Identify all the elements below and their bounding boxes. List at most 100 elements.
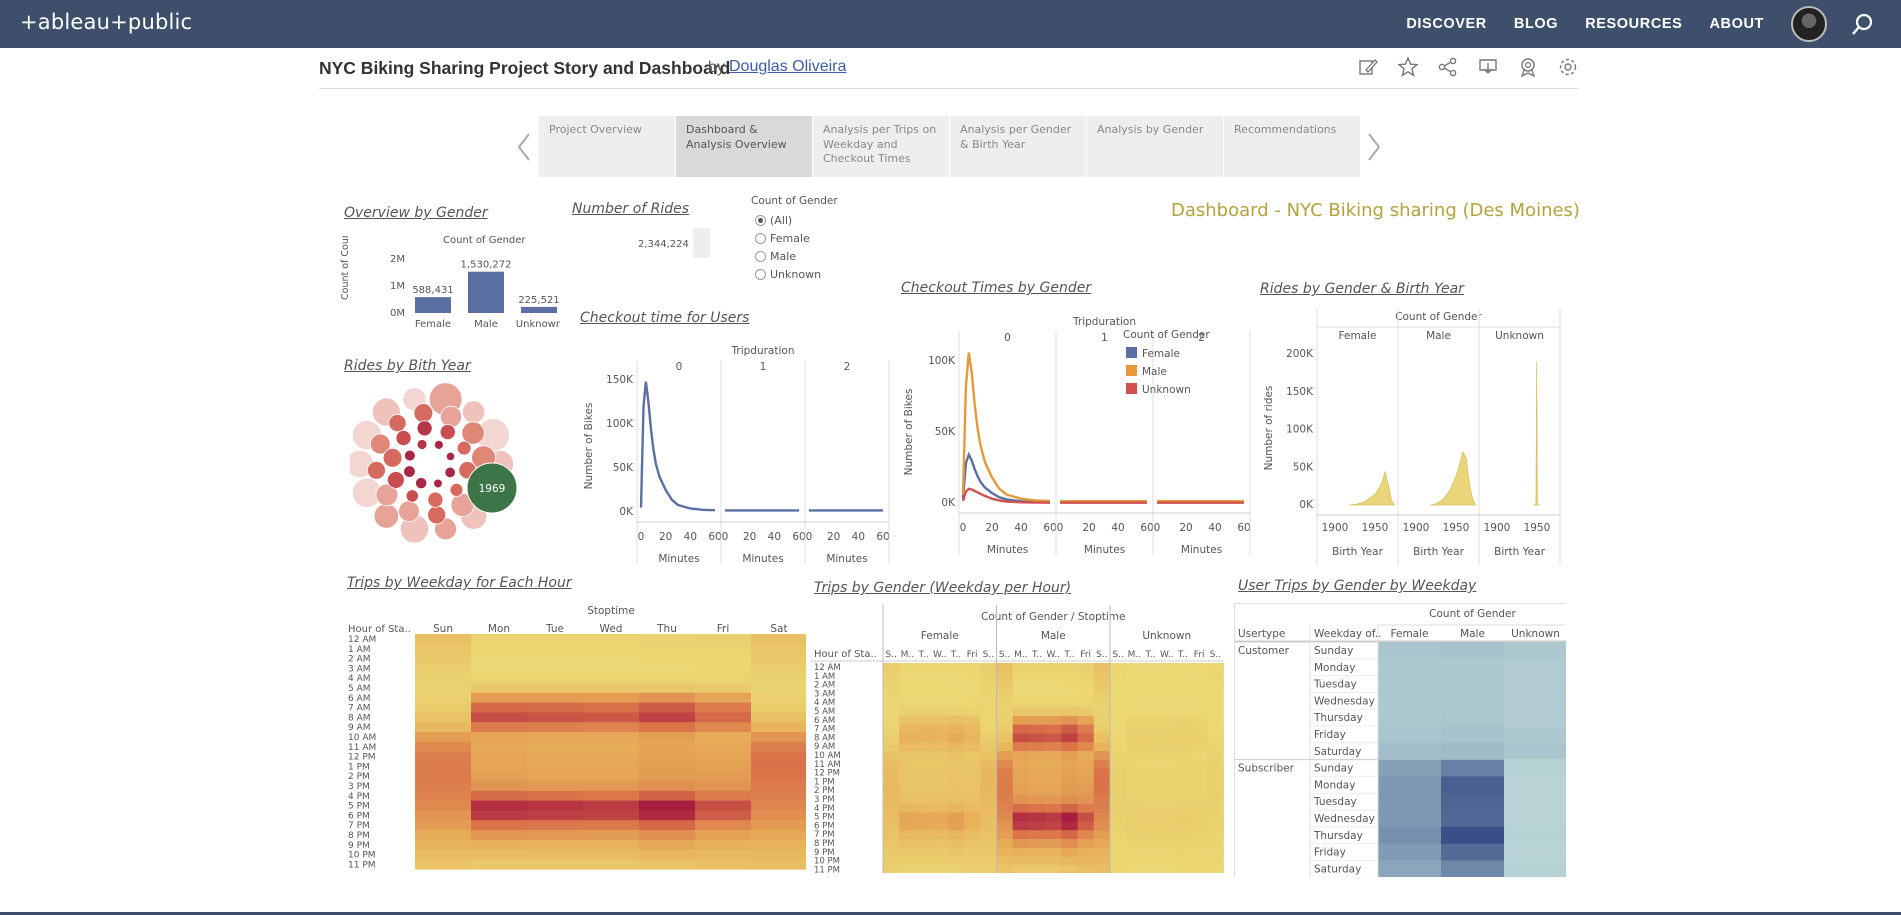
heat-cell <box>527 692 584 703</box>
tab-analysis-gender-birth[interactable]: Analysis per Gender & Birth Year <box>950 116 1086 177</box>
heat-cell <box>583 722 640 733</box>
heat-cell <box>1158 707 1176 717</box>
story-next-arrow[interactable] <box>1366 132 1382 162</box>
filter-option-all[interactable]: (All) <box>755 214 792 227</box>
heat-cell <box>471 859 528 870</box>
heat-cell <box>1061 768 1078 778</box>
tab-project-overview[interactable]: Project Overview <box>539 116 675 177</box>
heat-cell <box>751 790 806 801</box>
heat-cell <box>899 812 916 822</box>
heat-cell <box>996 680 1014 690</box>
filter-option-unknown[interactable]: Unknown <box>755 268 821 281</box>
viz-header: NYC Biking Sharing Project Story and Das… <box>319 56 1579 89</box>
heat-cell <box>1077 715 1095 725</box>
tab-analysis-trips-weekday[interactable]: Analysis per Trips on Weekday and Checko… <box>813 116 949 177</box>
author-link[interactable]: Douglas Oliveira <box>729 58 846 76</box>
heat-cell <box>1504 642 1566 660</box>
nav-resources[interactable]: RESOURCES <box>1585 16 1682 32</box>
heat-cell <box>1110 671 1127 681</box>
filter-option-male[interactable]: Male <box>755 250 796 263</box>
x-axis-label: Minutes <box>826 553 867 564</box>
x-axis-label: Minutes <box>987 544 1028 556</box>
tab-dashboard-analysis[interactable]: Dashboard & Analysis Overview <box>676 116 812 177</box>
heat-cell <box>899 839 916 849</box>
heat-cell <box>915 689 933 699</box>
panel-header: Count of Gender <box>1395 311 1482 323</box>
heat-cell <box>695 820 752 831</box>
heat-cell <box>1378 759 1442 777</box>
heat-cell <box>751 732 806 743</box>
heat-cell <box>1012 865 1030 873</box>
heat-cell <box>1158 759 1176 769</box>
heat-cell <box>931 847 949 857</box>
heat-cell <box>947 733 965 743</box>
heat-cell <box>996 865 1014 873</box>
download-icon[interactable] <box>1477 56 1499 78</box>
heat-cell <box>1378 709 1442 727</box>
heat-cell <box>931 680 949 690</box>
star-icon[interactable] <box>1397 56 1419 78</box>
tab-recommendations[interactable]: Recommendations <box>1224 116 1360 177</box>
heat-cell <box>695 722 752 733</box>
heat-cell <box>1158 856 1176 866</box>
settings-icon[interactable] <box>1557 56 1579 78</box>
x-tick-label: 0 <box>1057 522 1064 534</box>
nav-discover[interactable]: DISCOVER <box>1406 16 1487 32</box>
hour-label: 6 PM <box>348 811 370 821</box>
tableau-public-logo[interactable]: +ableau+public <box>20 10 192 34</box>
bubble <box>433 478 443 489</box>
heat-cell <box>639 839 696 850</box>
heat-cell <box>964 839 981 849</box>
heat-cell <box>1504 742 1566 760</box>
heat-cell <box>1504 776 1566 794</box>
filter-option-female[interactable]: Female <box>755 232 810 245</box>
heat-cell <box>1012 707 1030 717</box>
search-icon[interactable] <box>1851 12 1875 36</box>
share-icon[interactable] <box>1437 56 1459 78</box>
heat-cell <box>915 803 933 813</box>
heat-cell <box>1158 680 1176 690</box>
heat-cell <box>527 800 584 811</box>
badge-icon[interactable] <box>1517 56 1539 78</box>
tab-analysis-gender[interactable]: Analysis by Gender <box>1087 116 1223 177</box>
heat-cell <box>1207 856 1224 866</box>
nav-about[interactable]: ABOUT <box>1709 16 1764 32</box>
heat-cell <box>931 751 949 761</box>
heat-cell <box>1028 733 1046 743</box>
heat-cell <box>980 707 997 717</box>
heat-cell <box>1077 847 1095 857</box>
column-header: Female <box>1391 628 1429 640</box>
heat-cell <box>947 742 965 752</box>
heat-cell <box>947 847 965 857</box>
nav-blog[interactable]: BLOG <box>1514 16 1558 32</box>
heat-cell <box>964 768 981 778</box>
heat-cell <box>1093 839 1111 849</box>
row-header: Hour of Sta.. <box>814 649 877 660</box>
heat-cell <box>1012 812 1030 822</box>
heat-cell <box>1093 671 1111 681</box>
heat-cell <box>639 820 696 831</box>
heat-cell <box>1110 839 1127 849</box>
story-prev-arrow[interactable] <box>516 132 532 162</box>
heat-cell <box>883 751 900 761</box>
heat-cell <box>639 761 696 772</box>
heat-cell <box>1126 830 1143 840</box>
x-tick-label: 60 <box>1237 522 1250 534</box>
heat-cell <box>1061 830 1078 840</box>
edit-icon[interactable] <box>1357 56 1379 78</box>
heat-cell <box>980 839 997 849</box>
heat-cell <box>527 683 584 694</box>
heat-cell <box>1174 847 1192 857</box>
heat-cell <box>639 781 696 792</box>
heat-cell <box>1142 865 1160 873</box>
heat-cell <box>899 689 916 699</box>
heat-cell <box>583 634 640 645</box>
heat-cell <box>471 712 528 723</box>
heat-cell <box>695 643 752 654</box>
heat-cell <box>471 741 528 752</box>
heat-cell <box>1028 812 1046 822</box>
viz-title: NYC Biking Sharing Project Story and Das… <box>319 58 731 78</box>
avatar[interactable] <box>1791 6 1827 42</box>
y-axis-label: Number of Bikes <box>583 403 595 490</box>
heat-cell <box>1174 865 1192 873</box>
